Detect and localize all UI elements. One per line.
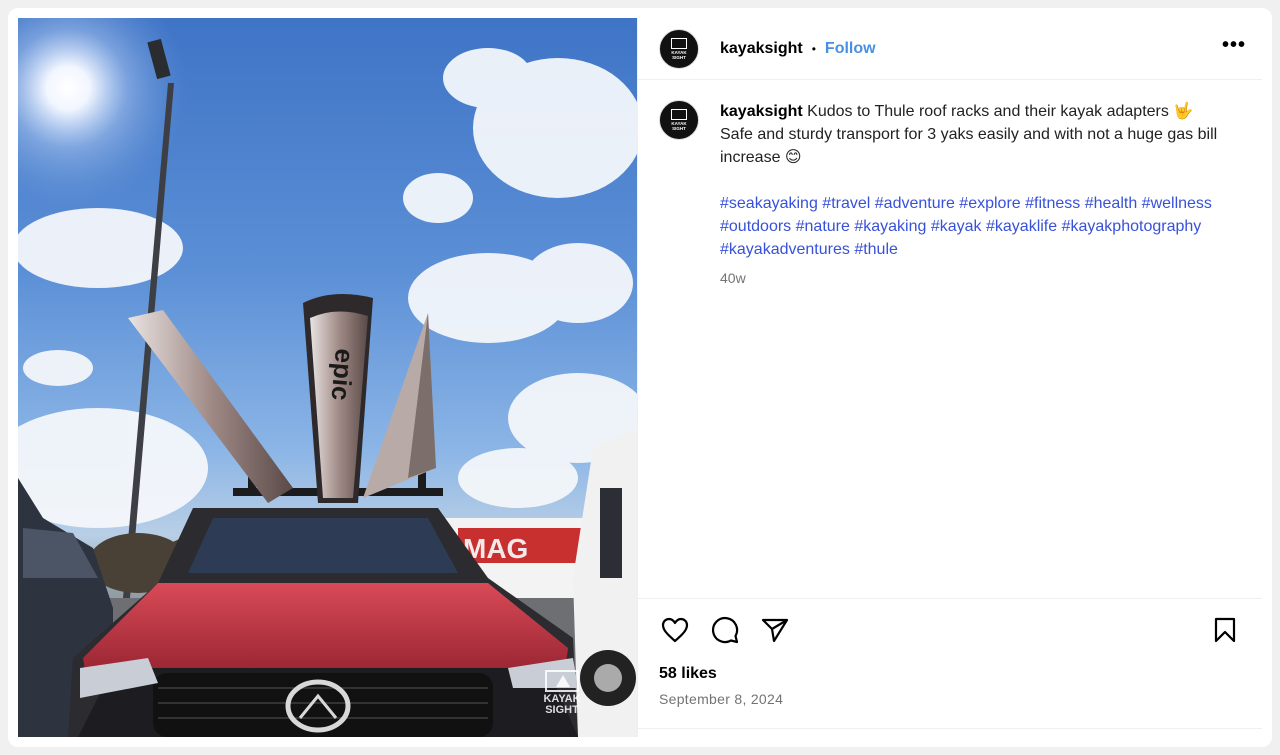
post-header: kayaksight • Follow ••• [638, 18, 1262, 80]
panel-divider [638, 728, 1262, 729]
caption-avatar[interactable] [659, 100, 699, 140]
follow-button[interactable]: Follow [825, 40, 876, 58]
hashtag-link[interactable]: #explore [959, 195, 1020, 212]
post-date: September 8, 2024 [659, 691, 784, 707]
hashtag-link[interactable]: #fitness [1025, 195, 1080, 212]
watermark-logo-icon [545, 670, 579, 692]
hashtag-link[interactable]: #wellness [1142, 195, 1212, 212]
caption-body: kayaksight Kudos to Thule roof racks and… [720, 100, 1220, 286]
photo-watermark: KAYAK SIGHT [542, 670, 582, 716]
hashtag-link[interactable]: #kayakadventures [720, 241, 850, 258]
caption-username[interactable]: kayaksight [720, 103, 803, 120]
photo-scene: MAG epic [18, 18, 637, 737]
action-icon-row [659, 613, 1241, 647]
hashtag-link[interactable]: #kayak [931, 218, 982, 235]
post-time-ago[interactable]: 40w [720, 270, 1220, 286]
kayaksight-logo-icon [667, 109, 691, 131]
likes-count[interactable]: 58 likes [659, 665, 1241, 683]
bookmark-icon[interactable] [1209, 614, 1241, 646]
hashtag-link[interactable]: #thule [854, 241, 898, 258]
send-icon[interactable] [759, 614, 791, 646]
hashtag-link[interactable]: #health [1085, 195, 1138, 212]
hashtag-link[interactable]: #nature [796, 218, 850, 235]
header-dot-separator: • [811, 41, 816, 56]
hashtag-link[interactable]: #kayaking [854, 218, 926, 235]
post-photo[interactable]: MAG epic KAYAK SIGHT [18, 18, 637, 737]
caption-text: kayaksight Kudos to Thule roof racks and… [720, 100, 1220, 169]
avatar[interactable] [659, 28, 699, 69]
kayak-brand-text: epic [325, 347, 359, 401]
post-details-panel: kayaksight • Follow ••• kayaksight Kudos… [637, 18, 1262, 737]
hashtag-list: #seakayaking #travel #adventure #explore… [720, 192, 1220, 261]
heart-icon[interactable] [659, 614, 691, 646]
hashtag-link[interactable]: #adventure [875, 195, 955, 212]
kayaksight-logo-icon [667, 37, 691, 60]
header-username[interactable]: kayaksight [720, 40, 803, 58]
more-options-icon[interactable]: ••• [1222, 35, 1246, 58]
action-bar: 58 likes September 8, 2024 [638, 598, 1262, 707]
hashtag-link[interactable]: #kayakphotography [1062, 218, 1202, 235]
post-card: MAG epic KAYAK SIGHT KAYAK SIGHT kayaksi… [8, 8, 1272, 747]
hashtag-link[interactable]: #outdoors [720, 218, 791, 235]
watermark-line2: SIGHT [545, 704, 579, 716]
hashtag-link[interactable]: #kayaklife [986, 218, 1057, 235]
comment-icon[interactable] [709, 614, 741, 646]
hashtag-link[interactable]: #seakayaking [720, 195, 818, 212]
caption-area: kayaksight Kudos to Thule roof racks and… [659, 100, 1232, 286]
hashtag-link[interactable]: #travel [822, 195, 870, 212]
